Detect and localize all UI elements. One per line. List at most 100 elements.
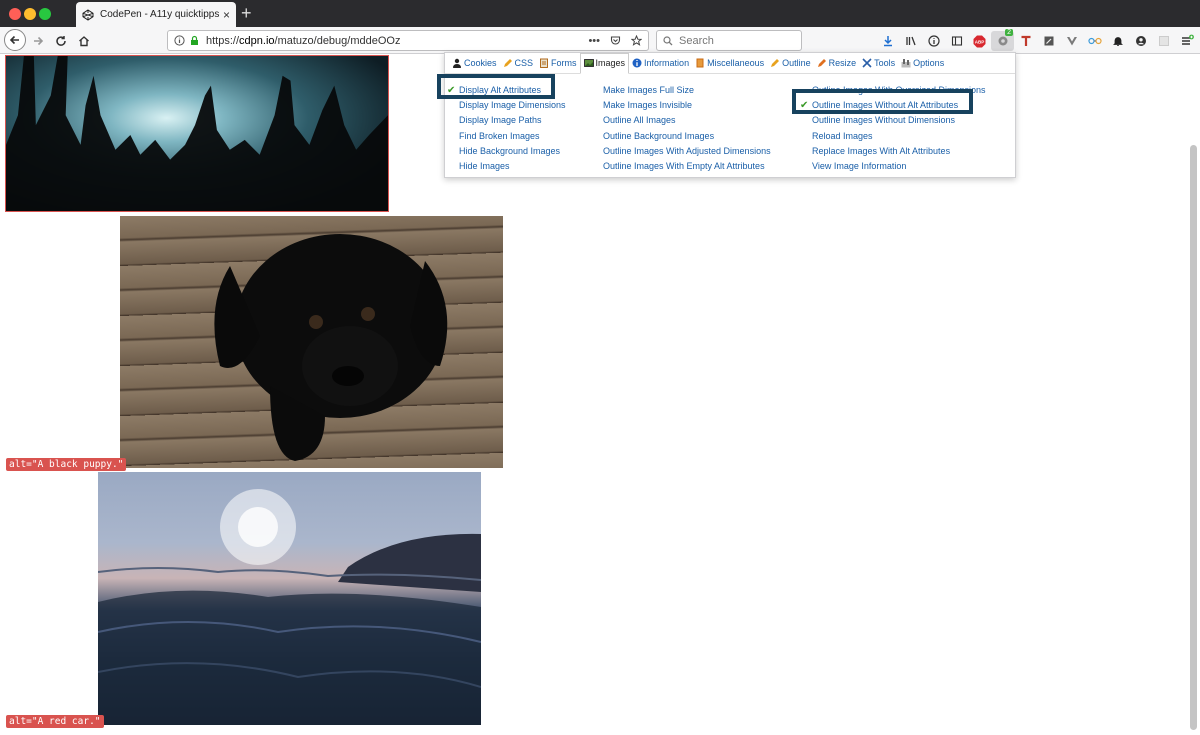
adblock-icon[interactable]: ABP: [968, 31, 991, 51]
pencil-icon: [771, 59, 780, 67]
menu-column: Make Images Full Size Make Images Invisi…: [603, 83, 771, 174]
search-icon: [663, 35, 673, 45]
clipboard-icon: [540, 58, 549, 68]
url-actions: •••: [588, 34, 642, 47]
web-developer-extension-icon[interactable]: 2: [991, 29, 1014, 51]
url-text: https://cdpn.io/matuzo/debug/mddeOOz: [206, 35, 588, 47]
menu-item-replace-with-alt[interactable]: Replace Images With Alt Attributes: [812, 144, 986, 159]
close-window-button[interactable]: [9, 8, 21, 20]
search-bar[interactable]: Search: [656, 30, 802, 51]
url-host: cdpn.io: [239, 34, 275, 47]
menu-item-outline-without-dimensions[interactable]: Outline Images Without Dimensions: [812, 113, 986, 128]
reload-button[interactable]: [53, 30, 69, 51]
highlight-box: [437, 74, 555, 99]
ocean-illustration: [98, 489, 481, 725]
alt-attribute-label: alt="A black puppy.": [6, 458, 127, 471]
home-button[interactable]: [76, 30, 92, 51]
book-icon: [696, 58, 704, 68]
star-icon[interactable]: [631, 34, 642, 46]
menu-item-find-broken-images[interactable]: Find Broken Images: [459, 129, 566, 144]
search-placeholder: Search: [679, 34, 714, 47]
info-icon[interactable]: [174, 35, 185, 46]
info-circle-icon[interactable]: [922, 31, 945, 51]
home-icon: [79, 35, 89, 46]
puppy-illustration: [214, 234, 448, 461]
tab-tools[interactable]: Tools: [859, 54, 898, 73]
menu-icon[interactable]: [1175, 31, 1198, 51]
bell-icon[interactable]: [1106, 31, 1129, 51]
lock-icon: [191, 35, 198, 45]
url-bar[interactable]: https://cdpn.io/matuzo/debug/mddeOOz •••: [167, 30, 649, 51]
concert-crowd-image: [5, 55, 389, 212]
url-scheme: https://: [206, 34, 240, 47]
reload-icon: [56, 35, 66, 46]
library-icon[interactable]: [899, 31, 922, 51]
tab-label: Tools: [874, 58, 896, 68]
minimize-window-button[interactable]: [24, 8, 36, 20]
pencil-icon: [503, 59, 512, 67]
tab-miscellaneous[interactable]: Miscellaneous: [692, 54, 767, 73]
wrench-icon: [862, 58, 872, 68]
menu-item-outline-all-images[interactable]: Outline All Images: [603, 113, 771, 128]
close-tab-icon[interactable]: ×: [223, 8, 230, 22]
web-developer-panel: Cookies CSS Forms Images Information Mis…: [444, 52, 1016, 178]
vuejs-icon[interactable]: [1060, 31, 1083, 51]
sidebar-icon[interactable]: [945, 31, 968, 51]
tab-outline[interactable]: Outline: [767, 54, 814, 73]
menu-item-view-image-information[interactable]: View Image Information: [812, 159, 986, 174]
back-button[interactable]: [4, 29, 26, 51]
tab-label: Cookies: [464, 58, 497, 68]
tab-resize[interactable]: Resize: [814, 54, 860, 73]
glasses-icon[interactable]: [1083, 31, 1106, 51]
window-titlebar: CodePen - A11y quicktipps alt a × +: [0, 0, 1200, 27]
cookie-icon: [453, 58, 461, 68]
edit-icon[interactable]: [1037, 31, 1060, 51]
menu-item-make-images-invisible[interactable]: Make Images Invisible: [603, 98, 771, 113]
tab-cookies[interactable]: Cookies: [449, 54, 500, 73]
tab-label: Miscellaneous: [707, 58, 765, 68]
svg-text:ABP: ABP: [975, 39, 985, 44]
new-tab-button[interactable]: +: [241, 3, 252, 23]
browser-tab[interactable]: CodePen - A11y quicktipps alt a ×: [76, 2, 236, 27]
picture-icon: [583, 59, 594, 67]
info-icon: [632, 58, 642, 68]
menu-item-reload-images[interactable]: Reload Images: [812, 129, 986, 144]
tab-information[interactable]: Information: [629, 54, 692, 73]
maximize-window-button[interactable]: [39, 8, 51, 20]
menu-item-outline-background-images[interactable]: Outline Background Images: [603, 129, 771, 144]
highlight-box: [792, 89, 973, 114]
page-scrollbar[interactable]: [1190, 145, 1197, 730]
blank-extension-icon[interactable]: [1152, 31, 1175, 51]
menu-item-hide-images[interactable]: Hide Images: [459, 159, 566, 174]
arrow-right-icon: [34, 36, 44, 45]
text-t-icon[interactable]: [1014, 31, 1037, 51]
menu-item-outline-empty-alt[interactable]: Outline Images With Empty Alt Attributes: [603, 159, 771, 174]
menu-item-hide-background-images[interactable]: Hide Background Images: [459, 144, 566, 159]
alt-attribute-label: alt="A red car.": [6, 715, 104, 728]
url-path: /matuzo/debug/mddeOOz: [274, 34, 401, 47]
menu-item-display-image-dimensions[interactable]: Display Image Dimensions: [459, 98, 566, 113]
forward-button[interactable]: [30, 30, 46, 51]
pencil-icon: [817, 59, 826, 67]
codepen-icon: [82, 8, 94, 21]
navigation-toolbar: https://cdpn.io/matuzo/debug/mddeOOz •••…: [0, 27, 1200, 54]
tab-label: CSS: [514, 58, 534, 68]
tab-css[interactable]: CSS: [500, 54, 537, 73]
page-actions-button[interactable]: •••: [588, 35, 600, 47]
tab-label: Images: [595, 58, 626, 68]
tab-label: Outline: [782, 58, 811, 68]
ocean-sunset-image: [98, 472, 481, 725]
download-icon[interactable]: [876, 31, 899, 51]
pocket-icon[interactable]: [610, 35, 621, 46]
menu-item-display-image-paths[interactable]: Display Image Paths: [459, 113, 566, 128]
menu-item-make-images-full-size[interactable]: Make Images Full Size: [603, 83, 771, 98]
tab-forms[interactable]: Forms: [536, 54, 580, 73]
tab-label: Forms: [551, 58, 577, 68]
menu-item-outline-adjusted-dimensions[interactable]: Outline Images With Adjusted Dimensions: [603, 144, 771, 159]
tab-images[interactable]: Images: [579, 52, 630, 74]
black-puppy-image: [120, 216, 503, 468]
options-icon: [901, 59, 911, 68]
account-icon[interactable]: [1129, 31, 1152, 51]
web-developer-tabs: Cookies CSS Forms Images Information Mis…: [445, 52, 1015, 74]
tab-options[interactable]: Options: [898, 54, 947, 73]
